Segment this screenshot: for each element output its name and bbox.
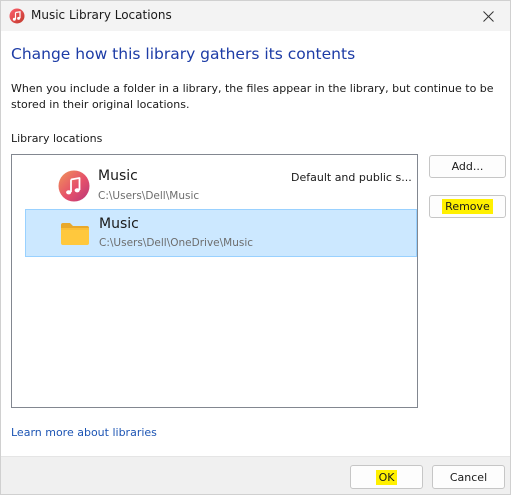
learn-more-link[interactable]: Learn more about libraries <box>11 426 157 439</box>
location-name: Music <box>98 168 138 184</box>
location-status: Default and public s... <box>291 171 412 184</box>
description-text: When you include a folder in a library, … <box>11 82 494 111</box>
cancel-button[interactable]: Cancel <box>432 465 505 489</box>
library-locations-label: Library locations <box>11 132 103 145</box>
title-bar: Music Library Locations <box>1 1 510 31</box>
remove-button[interactable]: Remove <box>429 195 506 218</box>
folder-icon <box>59 217 91 249</box>
close-button[interactable] <box>466 1 510 31</box>
location-item-music-default[interactable]: Music C:\Users\Dell\Music Default and pu… <box>25 161 417 209</box>
music-app-icon <box>9 8 25 24</box>
location-item-music-onedrive[interactable]: Music C:\Users\Dell\OneDrive\Music <box>25 209 417 257</box>
ok-button-label: OK <box>375 469 398 485</box>
location-path: C:\Users\Dell\Music <box>98 190 200 202</box>
remove-button-label: Remove <box>442 199 493 214</box>
location-name: Music <box>99 216 139 232</box>
music-app-icon <box>58 170 90 202</box>
window-title: Music Library Locations <box>31 8 172 22</box>
library-locations-list[interactable]: Music C:\Users\Dell\Music Default and pu… <box>11 154 418 408</box>
dialog-footer: OK Cancel <box>1 456 510 494</box>
location-path: C:\Users\Dell\OneDrive\Music <box>99 237 254 249</box>
close-icon <box>482 7 494 26</box>
cancel-button-label: Cancel <box>449 470 488 484</box>
add-button-label: Add... <box>451 160 484 173</box>
page-heading: Change how this library gathers its cont… <box>11 45 356 63</box>
music-library-locations-dialog: Music Library Locations Change how this … <box>0 0 511 495</box>
add-button[interactable]: Add... <box>429 155 506 178</box>
dialog-content: Change how this library gathers its cont… <box>1 31 510 456</box>
ok-button[interactable]: OK <box>350 465 423 489</box>
